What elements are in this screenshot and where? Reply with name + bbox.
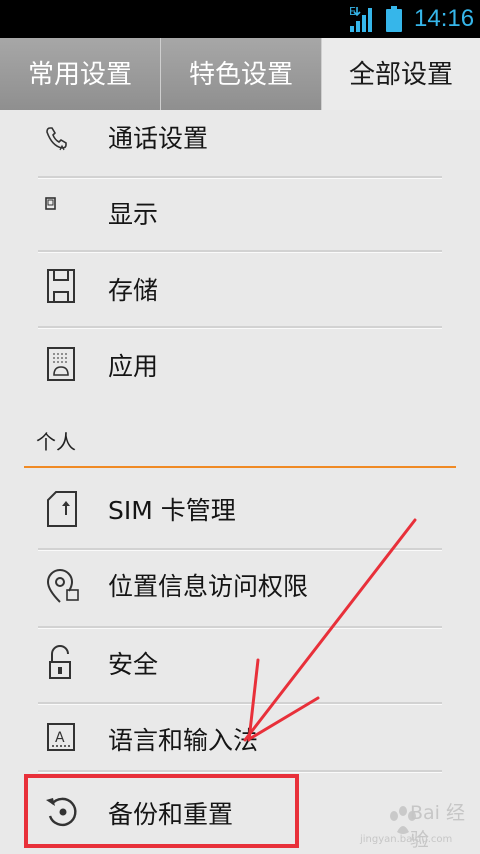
settings-item-label: 语言和输入法 bbox=[108, 726, 259, 755]
status-clock: 14:16 bbox=[414, 5, 475, 32]
highlight-box bbox=[24, 774, 299, 848]
battery-icon bbox=[386, 6, 402, 32]
settings-tab-bar: 常用设置 特色设置 全部设置 bbox=[0, 38, 480, 110]
settings-item-label: 位置信息访问权限 bbox=[108, 572, 309, 601]
storage-icon bbox=[47, 269, 75, 303]
settings-item-call[interactable]: 通话设置 bbox=[0, 110, 480, 176]
settings-item-language-input[interactable]: A 语言和输入法 bbox=[0, 704, 480, 770]
keyboard-icon: A bbox=[47, 723, 75, 751]
tab-all-settings[interactable]: 全部设置 bbox=[322, 38, 480, 110]
settings-item-location[interactable]: 位置信息访问权限 bbox=[0, 550, 480, 626]
settings-item-apps[interactable]: 应用 bbox=[0, 328, 480, 406]
lock-icon bbox=[49, 645, 71, 679]
settings-item-label: 显示 bbox=[108, 200, 159, 229]
settings-item-display[interactable]: 显示 bbox=[0, 178, 480, 250]
settings-item-label: 通话设置 bbox=[108, 124, 209, 153]
settings-item-label: SIM 卡管理 bbox=[108, 496, 236, 525]
settings-item-label: 存储 bbox=[108, 276, 159, 305]
network-type-badge: E bbox=[349, 5, 356, 18]
section-header-personal: 个人 bbox=[36, 430, 76, 454]
status-bar: E 14:16 bbox=[0, 0, 480, 38]
settings-item-sim[interactable]: SIM 卡管理 bbox=[0, 472, 480, 548]
settings-item-storage[interactable]: 存储 bbox=[0, 252, 480, 326]
settings-item-security[interactable]: 安全 bbox=[0, 628, 480, 702]
svg-text:A: A bbox=[55, 730, 65, 746]
phone-icon bbox=[46, 127, 67, 151]
settings-item-label: 应用 bbox=[108, 352, 159, 381]
sim-card-icon bbox=[47, 491, 77, 527]
location-icon bbox=[46, 569, 79, 603]
apps-icon bbox=[47, 347, 75, 381]
display-icon bbox=[45, 197, 56, 210]
section-underline bbox=[24, 466, 456, 468]
tab-common-settings[interactable]: 常用设置 bbox=[0, 38, 160, 110]
settings-item-label: 安全 bbox=[108, 650, 159, 679]
watermark-url: jingyan.baidu.com bbox=[360, 834, 453, 845]
tab-featured-settings[interactable]: 特色设置 bbox=[161, 38, 321, 110]
signal-strength-icon: E bbox=[349, 5, 372, 32]
